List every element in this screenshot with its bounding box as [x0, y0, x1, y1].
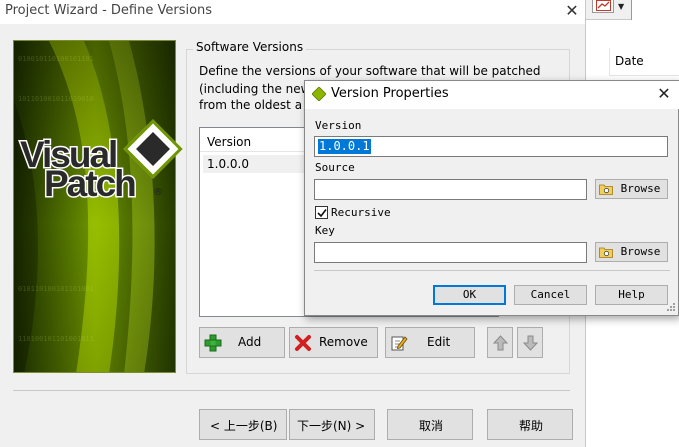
description-line-2: (including the new	[199, 82, 311, 96]
key-browse-button[interactable]: Browse	[595, 242, 668, 262]
dialog-title: Version Properties	[331, 86, 449, 101]
move-up-button[interactable]	[487, 327, 513, 358]
dropdown-arrow-icon[interactable]: ▼	[618, 2, 624, 11]
key-input[interactable]	[314, 242, 587, 263]
visualpatch-banner: 010010110100101101 101101001011010010 01…	[13, 40, 176, 373]
help-button-label: 帮助	[519, 419, 544, 433]
nav-separator	[13, 390, 570, 391]
checkmark-icon	[317, 209, 327, 218]
cancel-button[interactable]: 取消	[387, 409, 473, 440]
add-button[interactable]: Add	[199, 327, 285, 358]
logo-text-patch: Patch	[43, 163, 139, 204]
next-button-label: 下一步(N) >	[297, 419, 366, 433]
description-line-3: from the oldest a	[199, 98, 303, 112]
version-label: Version	[315, 119, 362, 132]
list-item-version: 1.0.0.0	[207, 157, 249, 171]
diamond-icon	[312, 87, 326, 101]
plus-icon	[204, 334, 222, 352]
dialog-help-button[interactable]: Help	[595, 285, 668, 305]
edit-icon	[391, 336, 408, 351]
description-line-1: Define the versions of your software tha…	[199, 64, 541, 78]
svg-text:110100101101001011: 110100101101001011	[18, 335, 94, 343]
back-button[interactable]: < 上一步(B)	[199, 409, 287, 440]
source-browse-button[interactable]: Browse	[595, 179, 668, 199]
ok-button[interactable]: OK	[433, 285, 506, 305]
source-browse-label: Browse	[620, 182, 661, 195]
source-label: Source	[315, 161, 355, 174]
remove-button[interactable]: Remove	[289, 327, 378, 358]
wizard-title: Project Wizard - Define Versions	[5, 3, 213, 18]
source-input[interactable]	[314, 179, 587, 200]
version-input-value: 1.0.0.1	[318, 139, 371, 154]
chart-icon	[596, 0, 611, 11]
arrow-down-icon	[522, 335, 539, 351]
dialog-close-icon[interactable]: ✕	[654, 84, 674, 104]
background-field	[631, 0, 679, 20]
resize-grip-icon[interactable]	[664, 302, 676, 314]
dialog-cancel-button[interactable]: Cancel	[514, 285, 587, 305]
svg-text:010010110100101101: 010010110100101101	[18, 55, 94, 63]
key-label: Key	[315, 224, 335, 237]
add-button-label: Add	[238, 335, 262, 349]
recursive-label[interactable]: Recursive	[331, 206, 391, 219]
cancel-button-label: 取消	[419, 419, 444, 433]
banner-graphic: 010010110100101101 101101001011010010 01…	[14, 41, 175, 372]
folder-icon	[599, 184, 613, 195]
wizard-close-icon[interactable]: ✕	[563, 1, 581, 21]
svg-text:101101001011010010: 101101001011010010	[18, 95, 94, 103]
recursive-checkbox[interactable]	[315, 206, 328, 219]
group-title: Software Versions	[193, 40, 307, 54]
edit-button-label: Edit	[427, 335, 451, 349]
chart-tool-button[interactable]	[592, 0, 614, 13]
edit-button[interactable]: Edit	[385, 327, 475, 358]
key-browse-label: Browse	[620, 245, 661, 258]
logo-registered-mark: ®	[153, 187, 163, 198]
help-button[interactable]: 帮助	[487, 409, 573, 440]
dialog-separator	[314, 270, 670, 271]
arrow-up-icon	[492, 335, 509, 351]
date-column-label: Date	[615, 54, 644, 68]
x-icon	[295, 335, 311, 351]
move-down-button[interactable]	[517, 327, 543, 358]
versions-list-header[interactable]: Version	[207, 135, 251, 149]
next-button[interactable]: 下一步(N) >	[289, 409, 375, 440]
back-button-label: < 上一步(B)	[210, 419, 278, 433]
remove-button-label: Remove	[319, 335, 368, 349]
folder-icon	[599, 247, 613, 258]
svg-text:010110100101101001: 010110100101101001	[18, 285, 94, 293]
